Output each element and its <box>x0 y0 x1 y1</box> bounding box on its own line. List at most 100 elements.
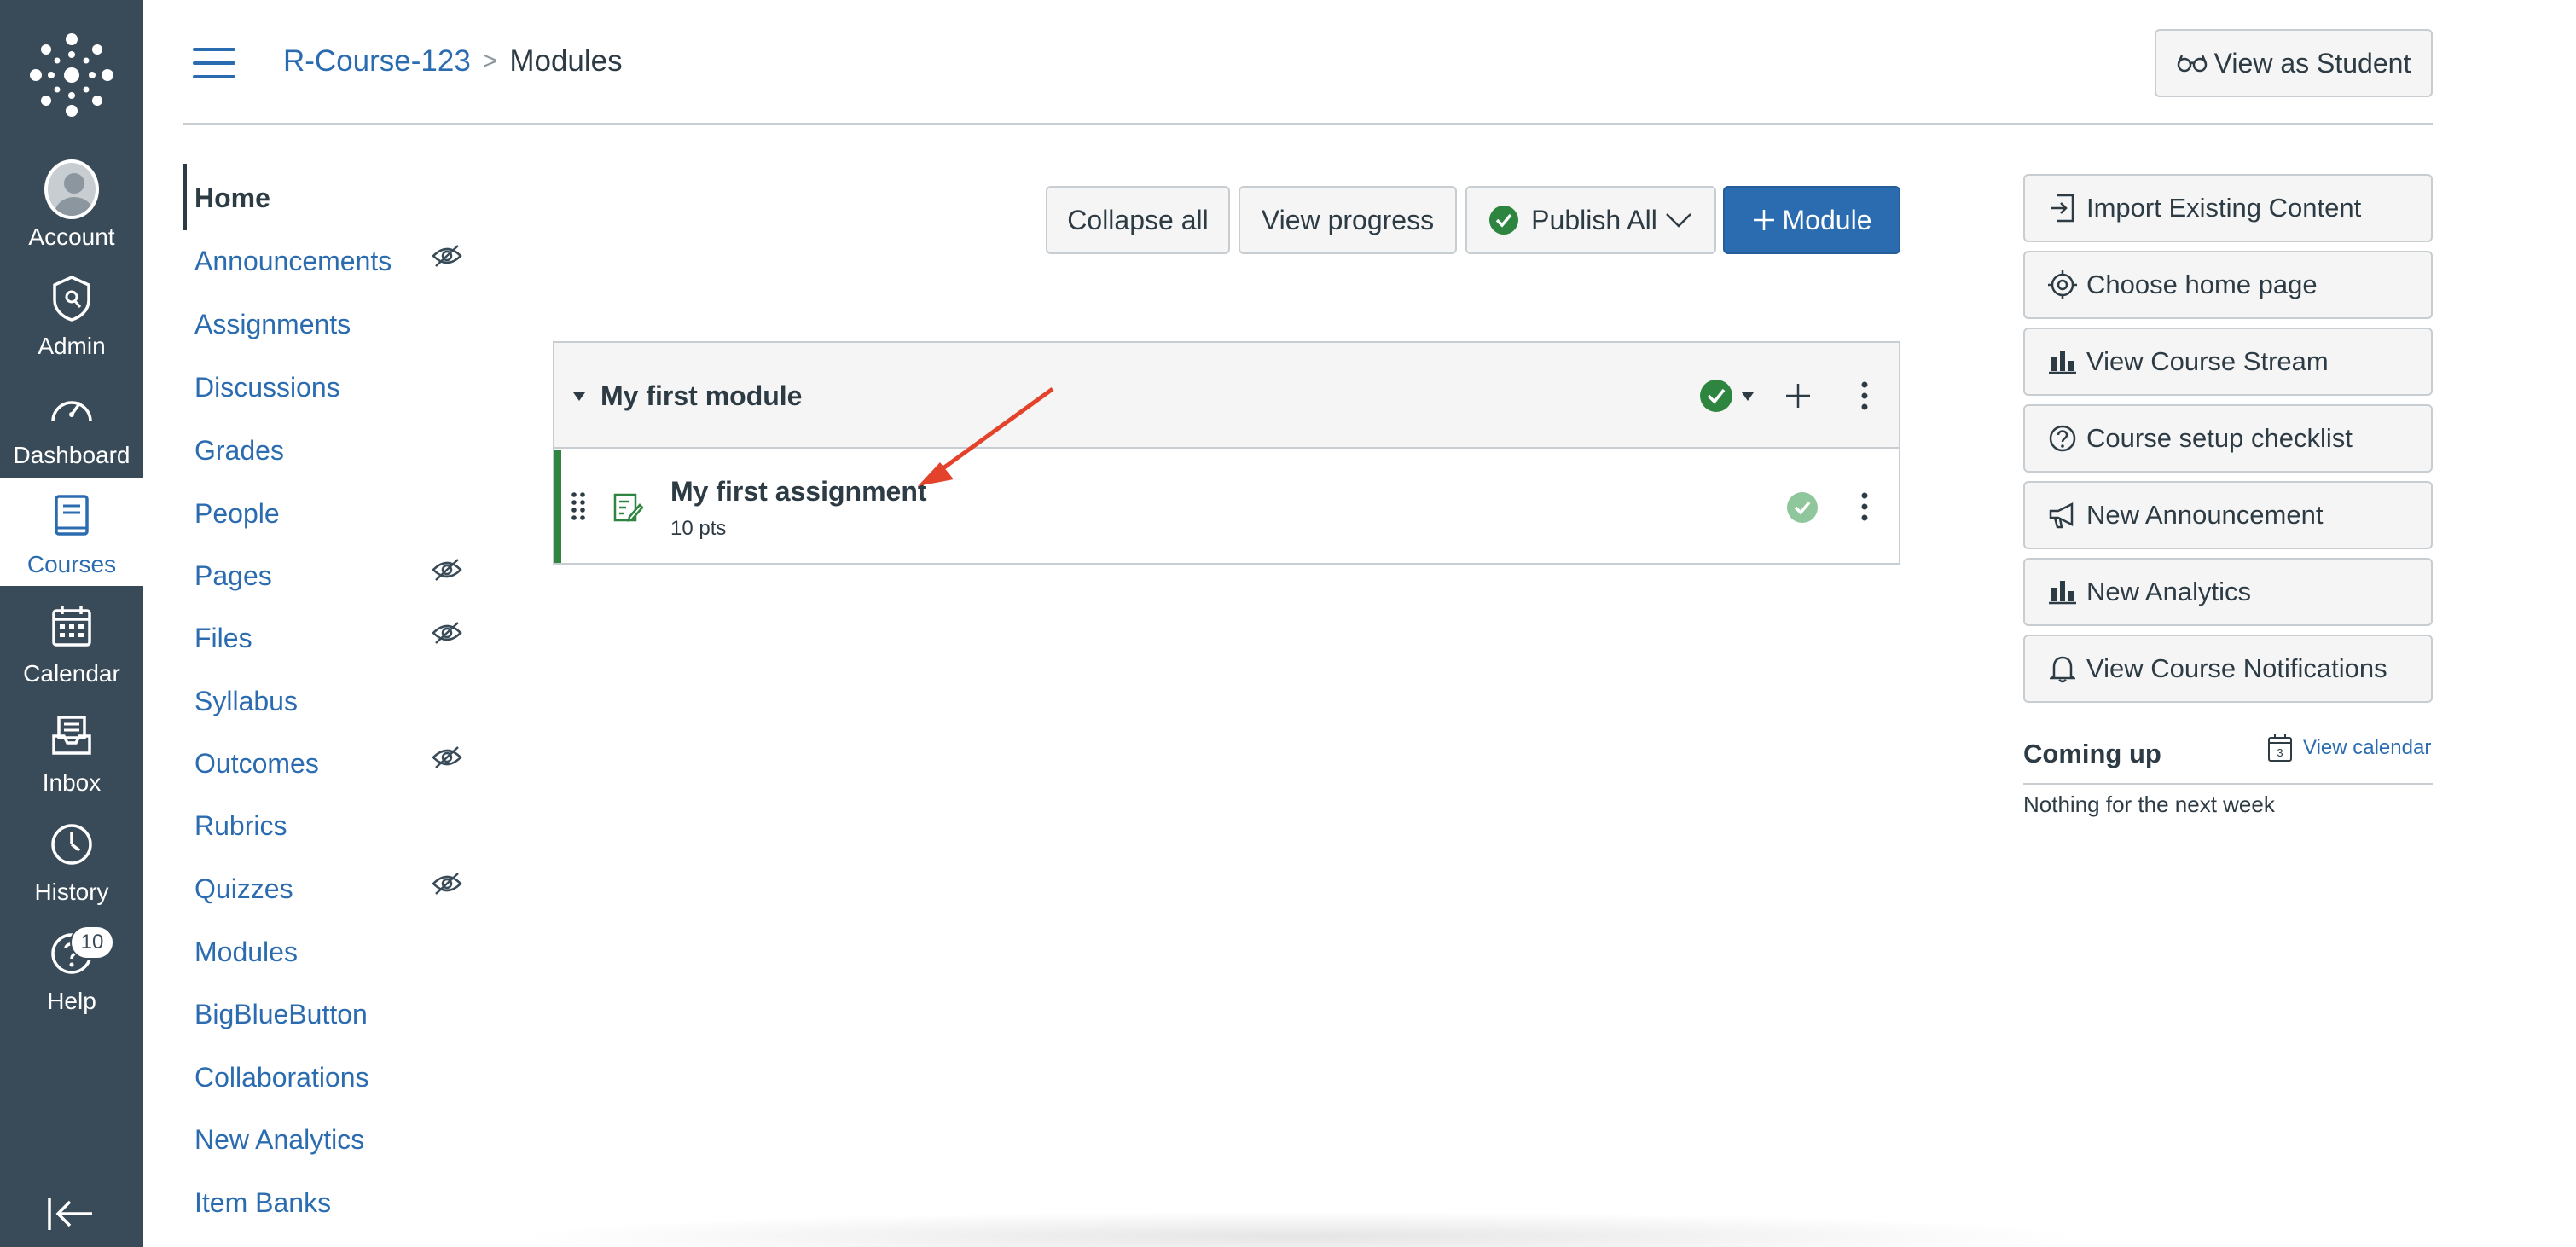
course-nav-bigbluebutton[interactable]: BigBlueButton <box>194 999 368 1030</box>
hidden-eye-icon <box>432 746 462 768</box>
module-title: My first module <box>600 380 803 411</box>
breadcrumb-current: Modules <box>509 44 623 78</box>
breadcrumb-course-link[interactable]: R-Course-123 <box>283 44 471 78</box>
breadcrumb: R-Course-123 > Modules <box>283 44 623 78</box>
global-nav-dashboard[interactable]: Dashboard <box>0 368 143 477</box>
header-divider <box>183 123 2433 125</box>
view-progress-button[interactable]: View progress <box>1239 186 1457 254</box>
global-nav-label: Help <box>47 988 96 1014</box>
global-nav-history[interactable]: History <box>0 805 143 914</box>
kebab-menu-icon[interactable] <box>1859 380 1870 411</box>
global-nav-courses[interactable]: Courses <box>0 478 143 586</box>
view-as-student-button[interactable]: View as Student <box>2155 29 2433 97</box>
course-nav-home[interactable]: Home <box>194 183 270 214</box>
new-analytics-button[interactable]: New Analytics <box>2023 558 2433 626</box>
global-navigation: Account Admin Dashboard Courses Calendar <box>0 0 143 1247</box>
chevron-down-icon <box>1665 213 1691 228</box>
target-icon <box>2047 270 2078 300</box>
global-nav-label: Dashboard <box>13 442 131 468</box>
course-nav-assignments[interactable]: Assignments <box>194 309 351 340</box>
course-menu-toggle-icon[interactable] <box>193 48 235 78</box>
course-nav-announcements[interactable]: Announcements <box>194 246 392 277</box>
sidebar-button-label: Import Existing Content <box>2086 193 2362 223</box>
course-nav-rubrics[interactable]: Rubrics <box>194 810 287 842</box>
add-module-label: Module <box>1782 204 1872 235</box>
canvas-logo-icon[interactable] <box>29 32 114 118</box>
module-item-row[interactable]: My first assignment 10 pts <box>554 450 1899 563</box>
sidebar-button-label: Choose home page <box>2086 270 2318 299</box>
coming-up-empty-text: Nothing for the next week <box>2023 792 2275 817</box>
coming-up-heading: Coming up <box>2023 739 2161 768</box>
hidden-eye-icon <box>432 559 462 581</box>
course-nav-pages[interactable]: Pages <box>194 560 272 592</box>
question-circle-icon <box>2047 423 2078 454</box>
annotation-arrow-icon <box>918 386 1054 486</box>
breadcrumb-separator: > <box>482 47 498 75</box>
global-nav-admin[interactable]: Admin <box>0 259 143 368</box>
megaphone-icon <box>2047 500 2078 531</box>
bottom-shadow <box>512 1211 2090 1247</box>
view-course-stream-button[interactable]: View Course Stream <box>2023 328 2433 396</box>
new-announcement-button[interactable]: New Announcement <box>2023 481 2433 549</box>
plus-icon <box>1753 210 1774 230</box>
canvas-lms-page: Account Admin Dashboard Courses Calendar <box>0 0 2576 1247</box>
global-nav-calendar[interactable]: Calendar <box>0 587 143 695</box>
clock-icon <box>44 817 99 872</box>
module-container: My first module My first assignment 10 p… <box>553 341 1900 565</box>
course-nav-discussions[interactable]: Discussions <box>194 372 340 403</box>
course-nav-syllabus[interactable]: Syllabus <box>194 686 298 717</box>
course-setup-checklist-button[interactable]: Course setup checklist <box>2023 404 2433 473</box>
course-nav-collaborations[interactable]: Collaborations <box>194 1062 369 1093</box>
sidebar-button-label: Course setup checklist <box>2086 423 2353 453</box>
view-course-notifications-button[interactable]: View Course Notifications <box>2023 635 2433 703</box>
bar-chart-icon <box>2047 577 2078 607</box>
bell-icon <box>2047 653 2078 684</box>
calendar-day-icon: 3 <box>2268 734 2292 762</box>
view-as-student-label: View as Student <box>2213 47 2411 78</box>
add-item-plus-icon[interactable] <box>1784 382 1812 409</box>
course-nav-item-banks[interactable]: Item Banks <box>194 1187 331 1219</box>
module-header[interactable]: My first module <box>554 343 1899 449</box>
sidebar-button-label: New Announcement <box>2086 500 2324 530</box>
global-nav-label: Inbox <box>42 769 102 796</box>
assignment-icon <box>613 493 643 522</box>
collapse-all-button[interactable]: Collapse all <box>1046 186 1230 254</box>
global-nav-help[interactable]: Help <box>0 914 143 1023</box>
course-nav-outcomes[interactable]: Outcomes <box>194 748 319 780</box>
global-nav-label: Account <box>28 223 115 250</box>
item-published-icon[interactable] <box>1786 491 1819 524</box>
global-nav-account[interactable]: Account <box>0 150 143 258</box>
course-nav-quizzes[interactable]: Quizzes <box>194 873 293 905</box>
caret-down-icon[interactable] <box>1740 391 1755 403</box>
sidebar-button-label: View Course Stream <box>2086 346 2329 376</box>
published-check-icon <box>1489 206 1519 235</box>
module-item-title[interactable]: My first assignment <box>670 476 927 508</box>
course-nav-files[interactable]: Files <box>194 623 252 654</box>
module-published-icon[interactable] <box>1699 379 1733 413</box>
course-nav-new-analytics[interactable]: New Analytics <box>194 1124 364 1156</box>
book-icon <box>44 490 99 544</box>
publish-all-label: Publish All <box>1531 204 1657 235</box>
collapse-arrow-icon[interactable] <box>44 1192 96 1235</box>
account-avatar <box>44 160 99 219</box>
sidebar-button-label: View Course Notifications <box>2086 653 2387 683</box>
view-calendar-label: View calendar <box>2303 736 2432 759</box>
drag-handle-icon[interactable] <box>570 491 587 522</box>
help-badge-count: 10 <box>70 925 114 960</box>
global-nav-label: History <box>34 879 109 905</box>
module-item-points: 10 pts <box>670 517 727 540</box>
course-nav-active-indicator <box>183 164 187 230</box>
import-existing-content-button[interactable]: Import Existing Content <box>2023 174 2433 242</box>
course-nav-grades[interactable]: Grades <box>194 435 284 467</box>
choose-home-page-button[interactable]: Choose home page <box>2023 251 2433 319</box>
glasses-icon <box>2177 55 2207 72</box>
publish-all-button[interactable]: Publish All <box>1465 186 1716 254</box>
course-nav-people[interactable]: People <box>194 498 280 530</box>
collapse-triangle-icon[interactable] <box>571 391 587 403</box>
course-nav-modules[interactable]: Modules <box>194 937 298 968</box>
kebab-menu-icon[interactable] <box>1859 491 1870 522</box>
global-nav-label: Admin <box>38 333 106 359</box>
global-nav-inbox[interactable]: Inbox <box>0 696 143 804</box>
view-calendar-link[interactable]: 3 View calendar <box>2267 734 2431 763</box>
add-module-button[interactable]: Module <box>1723 186 1900 254</box>
